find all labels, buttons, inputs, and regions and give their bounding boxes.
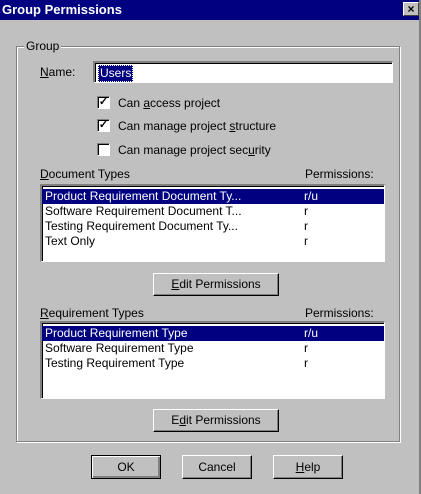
group-permissions-dialog: Group Permissions × Group Name: Users ✓ … <box>0 0 421 494</box>
list-item[interactable]: Testing Requirement Type r <box>42 356 384 371</box>
requirement-types-list[interactable]: Product Requirement Type r/u Software Req… <box>40 321 385 399</box>
name-label: Name: <box>40 65 76 79</box>
name-input-value: Users <box>98 65 134 82</box>
manage-structure-label[interactable]: Can manage project structure <box>118 119 276 133</box>
name-input[interactable]: Users <box>93 61 393 83</box>
list-item[interactable]: Software Requirement Document T... r <box>42 204 384 219</box>
manage-structure-checkbox[interactable]: ✓ <box>97 119 110 132</box>
help-button[interactable]: Help <box>273 455 343 479</box>
list-item[interactable]: Product Requirement Type r/u <box>42 326 384 341</box>
list-item[interactable]: Text Only r <box>42 234 384 249</box>
list-item[interactable]: Testing Requirement Document Ty... r <box>42 219 384 234</box>
title-bar: Group Permissions × <box>0 0 419 20</box>
document-types-label: Document Types <box>40 167 130 181</box>
edit-document-permissions-button[interactable]: Edit Permissions <box>153 273 279 296</box>
manage-security-label[interactable]: Can manage project security <box>118 143 271 157</box>
requirement-permissions-header: Permissions: <box>305 306 374 320</box>
cancel-button[interactable]: Cancel <box>182 455 252 479</box>
document-types-list[interactable]: Product Requirement Document Ty... r/u So… <box>40 184 385 262</box>
group-label: Group <box>24 39 62 53</box>
check-icon: ✓ <box>98 96 109 108</box>
access-project-checkbox[interactable]: ✓ <box>97 96 110 109</box>
ok-button[interactable]: OK <box>91 455 161 479</box>
manage-security-checkbox[interactable] <box>97 143 110 156</box>
access-project-label[interactable]: Can access project <box>118 96 220 110</box>
requirement-types-label: Requirement Types <box>40 306 144 320</box>
list-item[interactable]: Product Requirement Document Ty... r/u <box>42 189 384 204</box>
dialog-title: Group Permissions <box>2 2 122 17</box>
list-item[interactable]: Software Requirement Type r <box>42 341 384 356</box>
close-icon[interactable]: × <box>403 2 419 16</box>
check-icon: ✓ <box>98 119 109 131</box>
document-permissions-header: Permissions: <box>305 167 374 181</box>
edit-requirement-permissions-button[interactable]: Edit Permissions <box>153 409 279 432</box>
